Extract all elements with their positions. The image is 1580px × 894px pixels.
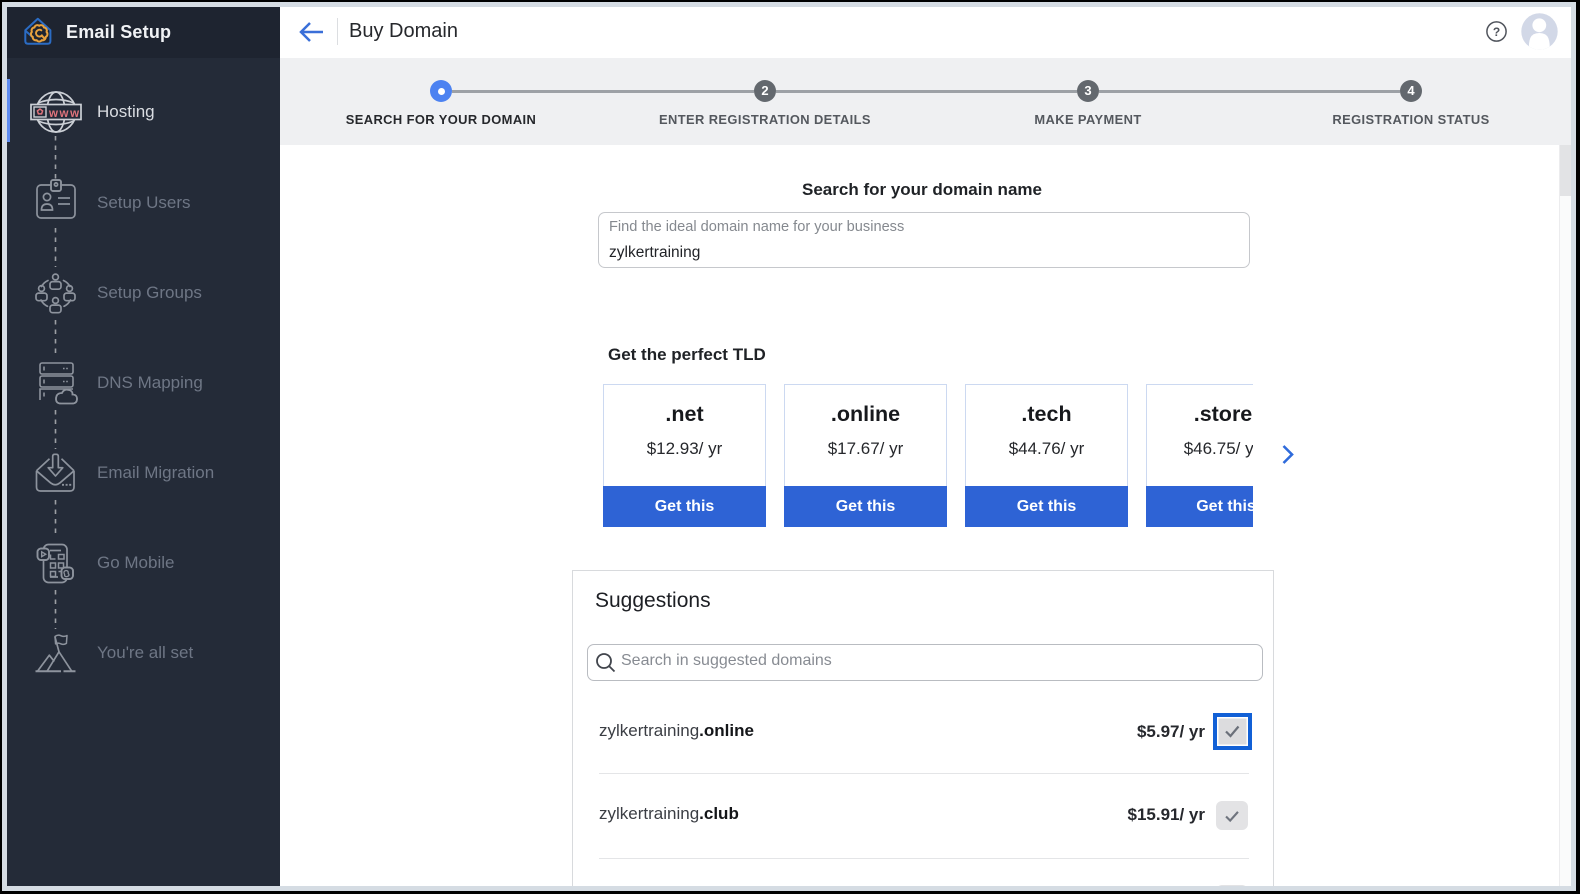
svg-text:?: ? (1493, 25, 1500, 39)
svg-text:www: www (48, 108, 81, 120)
